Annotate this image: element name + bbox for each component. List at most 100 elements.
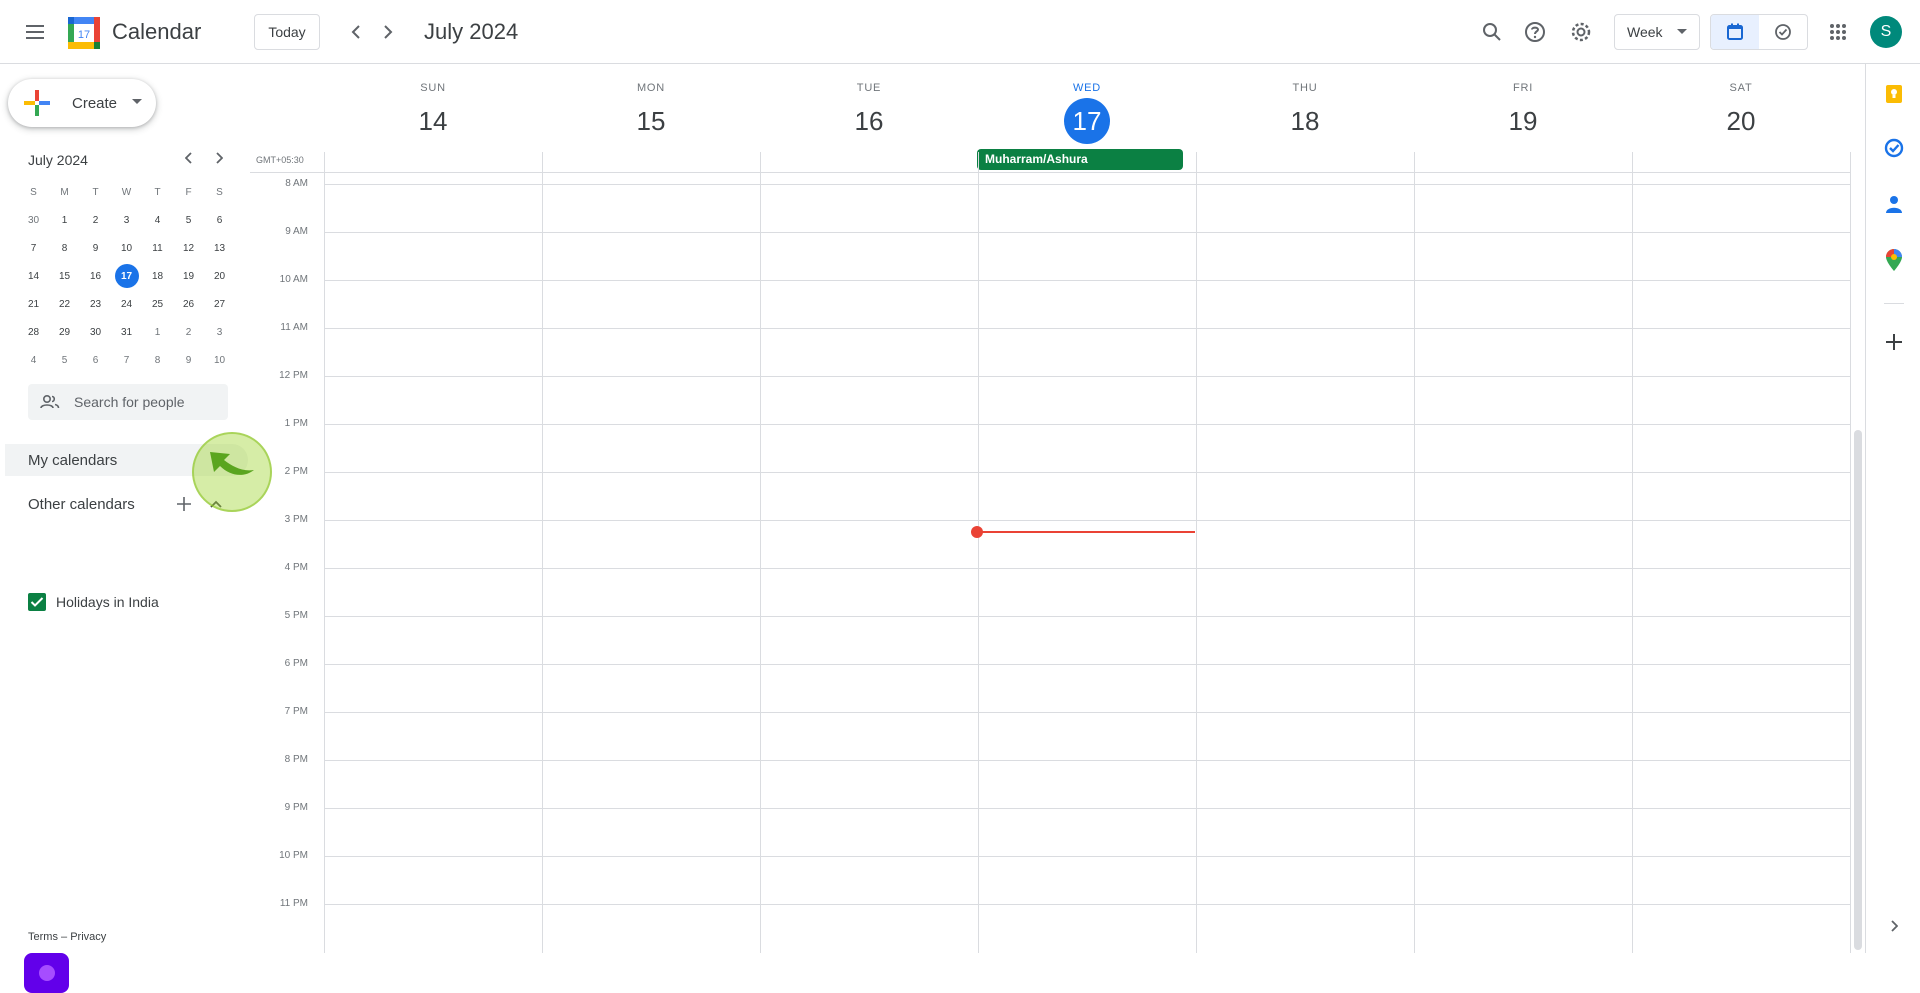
day-number-button[interactable]: 17: [1064, 98, 1110, 144]
mini-calendar-day[interactable]: 24: [111, 290, 142, 318]
day-number-button[interactable]: 18: [1282, 98, 1328, 144]
terms-link[interactable]: Terms: [28, 931, 58, 943]
day-column-header: SUN 14: [324, 64, 542, 152]
view-selector[interactable]: Week: [1614, 14, 1700, 50]
mini-calendar-day[interactable]: 3: [111, 206, 142, 234]
tasks-button[interactable]: [1878, 132, 1910, 164]
mini-calendar-next-button[interactable]: [205, 144, 233, 172]
mini-calendar-day[interactable]: 5: [173, 206, 204, 234]
tasks-view-toggle[interactable]: [1759, 15, 1807, 49]
mini-calendar-day[interactable]: 3: [204, 318, 235, 346]
mini-calendar-prev-button[interactable]: [175, 144, 203, 172]
search-people-field[interactable]: Search for people: [28, 384, 228, 420]
mini-calendar-week: 7 8 9 10 11 12 13: [18, 234, 250, 262]
mini-calendar-day[interactable]: 14: [18, 262, 49, 290]
google-apps-button[interactable]: [1818, 12, 1858, 52]
mini-calendar-day[interactable]: 15: [49, 262, 80, 290]
hide-side-panel-button[interactable]: [1878, 910, 1910, 942]
mini-calendar-day[interactable]: 4: [142, 206, 173, 234]
mini-calendar-week: 28 29 30 31 1 2 3: [18, 318, 250, 346]
mini-calendar-day[interactable]: 9: [173, 346, 204, 374]
calendar-tasks-toggle: [1710, 14, 1808, 50]
mini-calendar-day[interactable]: 19: [173, 262, 204, 290]
mini-calendar-day[interactable]: 9: [80, 234, 111, 262]
mini-calendar-day[interactable]: 2: [173, 318, 204, 346]
mini-calendar-day[interactable]: 4: [18, 346, 49, 374]
hour-label: 3 PM: [284, 514, 308, 525]
hour-label: 10 AM: [279, 274, 308, 285]
mini-calendar-day[interactable]: 2: [80, 206, 111, 234]
mini-calendar-day[interactable]: 7: [18, 234, 49, 262]
mini-calendar-day[interactable]: 23: [80, 290, 111, 318]
privacy-link[interactable]: Privacy: [70, 931, 106, 943]
search-button[interactable]: [1472, 12, 1512, 52]
mini-calendar-day[interactable]: 7: [111, 346, 142, 374]
mini-weekday-header: S: [216, 186, 223, 198]
contacts-button[interactable]: [1878, 188, 1910, 220]
mini-calendar-day[interactable]: 18: [142, 262, 173, 290]
hour-gridline: [324, 568, 1850, 569]
next-week-button[interactable]: [372, 16, 404, 48]
keep-button[interactable]: [1878, 78, 1910, 110]
mini-calendar-day[interactable]: 5: [49, 346, 80, 374]
mini-calendar-day[interactable]: 6: [204, 206, 235, 234]
mini-calendar-day[interactable]: 30: [18, 206, 49, 234]
main-menu-button[interactable]: [14, 16, 58, 48]
mini-calendar-day[interactable]: 21: [18, 290, 49, 318]
calendar-item-holidays-india[interactable]: Holidays in India: [28, 593, 159, 611]
calendar-logo[interactable]: 17: [68, 17, 100, 49]
mini-calendar-day[interactable]: 10: [204, 346, 235, 374]
mini-calendar-day[interactable]: 26: [173, 290, 204, 318]
grid-scrollbar[interactable]: [1854, 430, 1862, 950]
mini-calendar-day[interactable]: 1: [49, 206, 80, 234]
hour-label: 10 PM: [279, 850, 308, 861]
hour-gridline: [324, 616, 1850, 617]
today-button[interactable]: Today: [254, 14, 320, 50]
view-selector-label: Week: [1627, 24, 1663, 40]
day-number-button[interactable]: 15: [628, 98, 674, 144]
get-addons-button[interactable]: [1878, 326, 1910, 358]
settings-button[interactable]: [1561, 12, 1601, 52]
day-number-button[interactable]: 20: [1718, 98, 1764, 144]
day-of-week-label: TUE: [856, 82, 882, 94]
mini-calendar-day[interactable]: 22: [49, 290, 80, 318]
mini-calendar-day[interactable]: 13: [204, 234, 235, 262]
contacts-icon: [1886, 196, 1902, 213]
day-number-button[interactable]: 14: [410, 98, 456, 144]
mini-calendar-day[interactable]: 27: [204, 290, 235, 318]
current-time-line: [977, 531, 1195, 533]
mini-calendar-day[interactable]: 17: [111, 262, 142, 290]
mini-calendar-day[interactable]: 6: [80, 346, 111, 374]
mini-calendar-day[interactable]: 8: [49, 234, 80, 262]
allday-event-chip[interactable]: Muharram/Ashura: [977, 149, 1183, 170]
create-button[interactable]: Create: [8, 79, 156, 127]
mini-calendar-day[interactable]: 11: [142, 234, 173, 262]
mini-calendar-day-number: 8: [154, 354, 161, 366]
day-number-button[interactable]: 19: [1500, 98, 1546, 144]
mini-calendar-day[interactable]: 31: [111, 318, 142, 346]
mini-calendar-day[interactable]: 12: [173, 234, 204, 262]
tasks-icon: [1884, 138, 1904, 158]
mini-calendar-day[interactable]: 28: [18, 318, 49, 346]
calendar-view-toggle[interactable]: [1711, 15, 1759, 49]
add-other-calendar-button[interactable]: [174, 494, 194, 514]
mini-calendar-day[interactable]: 25: [142, 290, 173, 318]
mini-calendar-day[interactable]: 8: [142, 346, 173, 374]
assistant-launcher-button[interactable]: [24, 953, 69, 993]
calendar-checkbox[interactable]: [28, 593, 46, 611]
account-avatar[interactable]: S: [1870, 16, 1902, 48]
hour-label: 1 PM: [284, 418, 308, 429]
mini-calendar-day-number: 7: [30, 242, 37, 254]
mini-calendar-day[interactable]: 29: [49, 318, 80, 346]
help-button[interactable]: [1515, 12, 1555, 52]
mini-calendar-day[interactable]: 20: [204, 262, 235, 290]
previous-week-button[interactable]: [340, 16, 372, 48]
mini-calendar-day[interactable]: 1: [142, 318, 173, 346]
mini-calendar-day[interactable]: 16: [80, 262, 111, 290]
maps-button[interactable]: [1878, 244, 1910, 276]
day-number-button[interactable]: 16: [846, 98, 892, 144]
mini-calendar-day-number: 2: [185, 326, 192, 338]
mini-calendar-day[interactable]: 30: [80, 318, 111, 346]
mini-calendar-day[interactable]: 10: [111, 234, 142, 262]
mini-calendar-week: 30 1 2 3 4 5 6: [18, 206, 250, 234]
